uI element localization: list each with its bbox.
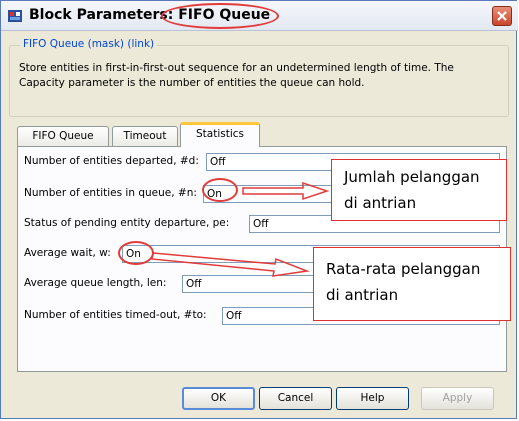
close-button[interactable] [492,6,512,26]
avg-wait-highlight-circle [118,241,154,265]
tab-timeout[interactable]: Timeout [112,126,178,146]
close-icon [497,11,507,21]
arrow-icon [242,181,330,201]
mask-link-legend[interactable]: FIFO Queue (mask) (link) [20,38,158,50]
help-button[interactable]: Help [336,387,409,410]
apply-button[interactable]: Apply [421,387,494,410]
mask-description: Store entities in first-in-first-out seq… [19,62,454,89]
param-label: Status of pending entity departure, pe: [24,217,230,229]
mask-description-group: FIFO Queue (mask) (link) Store entities … [9,38,509,117]
block-parameters-dialog: Block Parameters: FIFO Queue FIFO Queue … [0,0,518,419]
cancel-button[interactable]: Cancel [259,387,332,410]
annotation-line: Rata-rata pelanggan [326,260,481,278]
title-bar[interactable]: Block Parameters: FIFO Queue [1,1,518,31]
arrow-icon [151,252,310,277]
annotation-line: di antrian [344,194,417,212]
annotation-callout-avg-wait: Rata-rata pelanggan di antrian [313,247,511,321]
tab-statistics[interactable]: Statistics [180,122,260,147]
param-label: Number of entities timed-out, #to: [24,309,207,321]
simulink-block-icon [7,8,23,24]
in-queue-highlight-circle [202,178,238,202]
tab-fifo-queue[interactable]: FIFO Queue [17,126,109,146]
ok-button[interactable]: OK [182,387,255,410]
annotation-callout-queue-count: Jumlah pelanggan di antrian [331,159,507,221]
param-label: Average wait, w: [24,247,111,259]
title-highlight-circle [161,3,279,29]
param-label: Number of entities in queue, #n: [24,187,197,199]
param-label: Number of entities departed, #d: [24,155,199,167]
param-label: Average queue length, len: [24,277,167,289]
annotation-line: Jumlah pelanggan [344,168,480,186]
annotation-line: di antrian [326,286,399,304]
